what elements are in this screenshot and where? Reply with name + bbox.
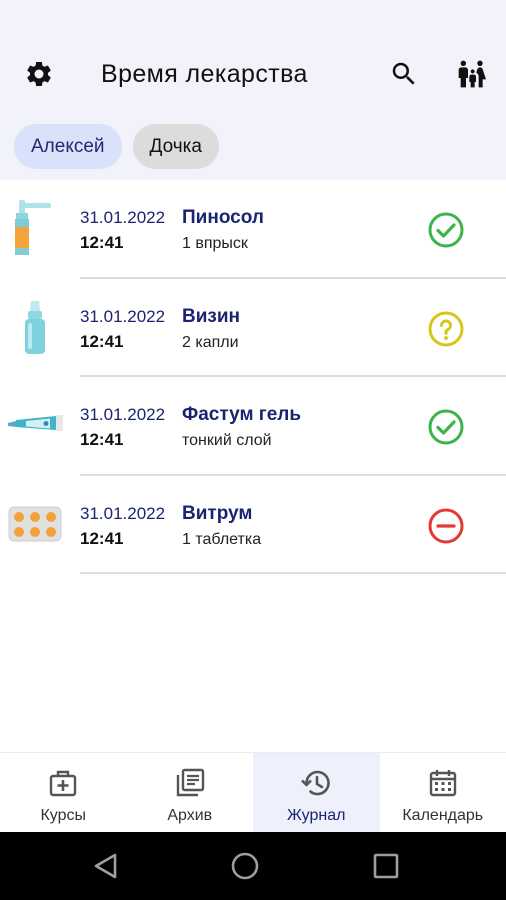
- medicine-dose: 1 таблетка: [182, 530, 262, 548]
- entry-time: 12:41: [80, 430, 124, 449]
- nav-item-journal[interactable]: Журнал: [253, 753, 380, 832]
- nav-item-courses[interactable]: Курсы: [0, 753, 127, 832]
- nav-item-calendar[interactable]: Календарь: [380, 753, 506, 832]
- divider: [80, 572, 506, 574]
- medicine-name: Пиносол: [182, 207, 264, 228]
- profile-chips: Алексей Дочка: [14, 124, 219, 169]
- medicine-dose: 2 капли: [182, 333, 239, 351]
- medicine-dose: тонкий слой: [182, 432, 272, 449]
- entry-time: 12:41: [80, 528, 124, 548]
- list-item[interactable]: 31.01.2022 12:41 Фастум гель тонкий слой: [0, 377, 506, 476]
- bottom-navigation: Курсы Архив Журнал Календарь: [0, 752, 506, 832]
- question-circle-icon[interactable]: [427, 310, 465, 348]
- medicine-dose: 1 впрыск: [182, 235, 248, 252]
- entry-date: 31.01.2022: [80, 503, 166, 523]
- journal-list: 31.01.2022 12:41 Пиносол 1 впрыск 31.01.…: [0, 180, 506, 574]
- medkit-icon: [50, 770, 77, 797]
- history-icon: [301, 770, 330, 796]
- gear-icon[interactable]: [21, 56, 57, 92]
- page-title: Время лекарства: [101, 60, 308, 88]
- medicine-name: Витрум: [182, 502, 253, 524]
- nav-label: Журнал: [287, 807, 346, 824]
- app-screen: Время лекарства Алексей Дочка 31.01.2022…: [0, 0, 506, 900]
- list-item[interactable]: 31.01.2022 12:41 Визин 2 капли: [0, 279, 506, 377]
- nasal-spray-icon: [6, 198, 64, 258]
- pill-blister-icon: [6, 494, 64, 554]
- medicine-name: Фастум гель: [182, 404, 302, 425]
- list-item[interactable]: 31.01.2022 12:41 Витрум 1 таблетка: [0, 476, 506, 574]
- archive-icon: [176, 768, 204, 797]
- nav-label: Архив: [167, 807, 213, 824]
- entry-date: 31.01.2022: [80, 405, 166, 424]
- nav-label: Календарь: [402, 807, 484, 824]
- profile-chip-daughter[interactable]: Дочка: [132, 124, 219, 169]
- family-icon[interactable]: [453, 55, 491, 93]
- nav-item-archive[interactable]: Архив: [127, 753, 254, 832]
- minus-circle-icon[interactable]: [427, 507, 465, 545]
- system-navigation-bar: [0, 832, 506, 900]
- calendar-icon: [429, 770, 456, 797]
- nav-label: Курсы: [40, 807, 87, 824]
- check-circle-icon[interactable]: [427, 211, 465, 249]
- entry-time: 12:41: [80, 331, 124, 351]
- back-icon[interactable]: [91, 851, 121, 881]
- ointment-tube-icon: [6, 395, 64, 455]
- eye-drops-icon: [6, 297, 64, 357]
- recents-icon[interactable]: [371, 851, 401, 881]
- check-circle-icon[interactable]: [427, 408, 465, 446]
- header: Время лекарства Алексей Дочка: [0, 0, 506, 180]
- search-icon[interactable]: [386, 56, 422, 92]
- entry-date: 31.01.2022: [80, 306, 166, 326]
- entry-time: 12:41: [80, 233, 124, 252]
- medicine-name: Визин: [182, 305, 241, 327]
- profile-chip-aleksey[interactable]: Алексей: [14, 124, 122, 169]
- home-icon[interactable]: [230, 851, 260, 881]
- list-item[interactable]: 31.01.2022 12:41 Пиносол 1 впрыск: [0, 180, 506, 279]
- entry-date: 31.01.2022: [80, 208, 166, 227]
